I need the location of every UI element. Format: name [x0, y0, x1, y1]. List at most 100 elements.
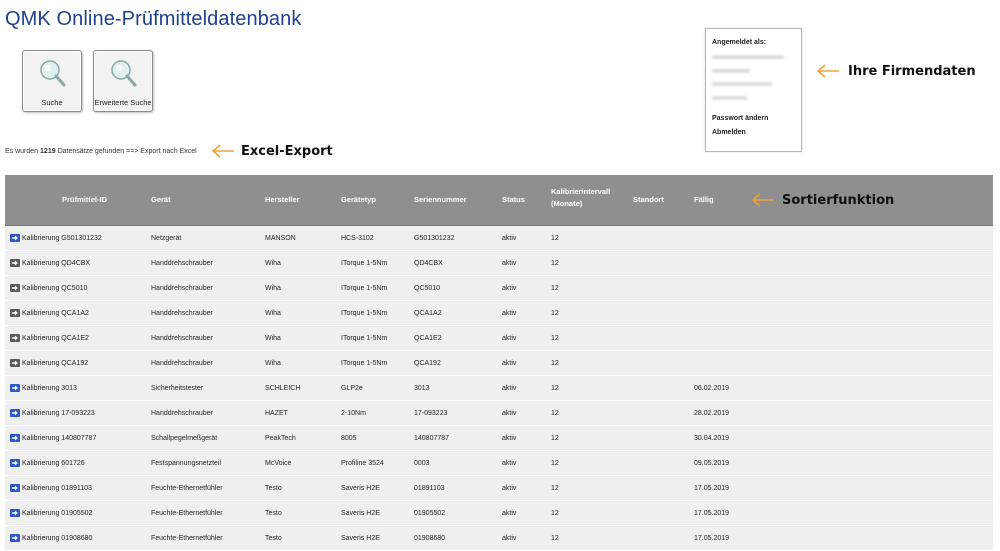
serial-cell: G501301232	[414, 235, 455, 242]
arrow-right-icon[interactable]	[10, 284, 20, 292]
table-row[interactable]: Kalibrierung QCA1A2 Handdrehschrauber Wiha…	[5, 301, 993, 326]
calibration-link[interactable]: Kalibrierung 01905502	[22, 510, 92, 517]
table-row[interactable]: Kalibrierung QCA192 Handdrehschrauber Wiha…	[5, 351, 993, 376]
arrow-right-icon[interactable]	[10, 384, 20, 392]
due-date-cell: 06.02.2019	[694, 385, 730, 392]
status-cell: aktiv	[502, 460, 517, 467]
manufacturer-cell: Wiha	[265, 335, 281, 342]
status-cell: aktiv	[502, 360, 517, 367]
table-row[interactable]: Kalibrierung 140807787 Schallpegelmeßgerä…	[5, 426, 993, 451]
serial-cell: 0003	[414, 460, 430, 467]
arrow-right-icon[interactable]	[10, 434, 20, 442]
calibration-link[interactable]: Kalibrierung 3013	[22, 385, 77, 392]
device-type-cell: ITorque 1-5Nm	[341, 360, 388, 367]
arrow-right-icon[interactable]	[10, 409, 20, 417]
column-header-id[interactable]: Prüfmittel-ID	[62, 194, 107, 206]
column-header-location[interactable]: Standort	[633, 194, 664, 206]
page-title: QMK Online-Prüfmitteldatenbank	[5, 8, 302, 30]
table-row[interactable]: Kalibrierung QD4CBX Handdrehschrauber Wiha…	[5, 251, 993, 276]
calibration-link[interactable]: Kalibrierung QCA1E2	[22, 335, 89, 342]
device-cell: Festspannungsnetzteil	[151, 460, 222, 467]
arrow-right-icon[interactable]	[10, 234, 20, 242]
export-excel-link[interactable]: Export nach Excel	[140, 148, 196, 155]
column-header-manufacturer[interactable]: Hersteller	[265, 194, 300, 206]
serial-cell: 17-093223	[414, 410, 448, 417]
advanced-search-button[interactable]: Erweiterte Suche	[93, 50, 153, 112]
table-row[interactable]: Kalibrierung G501301232 Netzgerät MANSON HC…	[5, 226, 993, 251]
calibration-link[interactable]: Kalibrierung QD4CBX	[22, 260, 90, 267]
arrow-right-icon[interactable]	[10, 259, 20, 267]
interval-cell: 12	[551, 460, 559, 467]
device-type-cell: 8005	[341, 435, 357, 442]
arrow-right-icon[interactable]	[10, 484, 20, 492]
table-row[interactable]: Kalibrierung 601726 Festspannungsnetzteil…	[5, 451, 993, 476]
arrow-right-icon[interactable]	[10, 534, 20, 542]
arrow-right-icon[interactable]	[10, 334, 20, 342]
manufacturer-cell: PeakTech	[265, 435, 296, 442]
search-button[interactable]: Suche	[22, 50, 82, 112]
calibration-link[interactable]: Kalibrierung QCA1A2	[22, 310, 89, 317]
manufacturer-cell: Wiha	[265, 360, 281, 367]
calibration-link[interactable]: Kalibrierung 601726	[22, 460, 85, 467]
table-row[interactable]: Kalibrierung 3013 Sicherheitstester SCHLEI…	[5, 376, 993, 401]
device-cell: Handdrehschrauber	[151, 335, 213, 342]
arrow-right-icon[interactable]	[10, 359, 20, 367]
serial-cell: 140807787	[414, 435, 450, 442]
calibration-link[interactable]: Kalibrierung 01891103	[22, 485, 92, 492]
column-header-status[interactable]: Status	[502, 194, 525, 206]
device-type-cell: ITorque 1-5Nm	[341, 335, 388, 342]
table-row[interactable]: Kalibrierung QC5010 Handdrehschrauber Wiha…	[5, 276, 993, 301]
status-cell: aktiv	[502, 285, 517, 292]
status-cell: aktiv	[502, 235, 517, 242]
change-password-link[interactable]: Passwort ändern	[712, 115, 768, 122]
device-cell: Handdrehschrauber	[151, 260, 213, 267]
interval-cell: 12	[551, 260, 559, 267]
serial-cell: QCA1A2	[414, 310, 442, 317]
column-header-device-type[interactable]: Gerätetyp	[341, 194, 376, 206]
blurred-company-line	[712, 69, 750, 73]
table-row[interactable]: Kalibrierung QCA1E2 Handdrehschrauber Wiha…	[5, 326, 993, 351]
table-row[interactable]: Kalibrierung 17-093223 Handdrehschrauber H…	[5, 401, 993, 426]
device-type-cell: 2-10Nm	[341, 410, 366, 417]
table-row[interactable]: Kalibrierung 01891103 Feuchte-Ethernetfüh…	[5, 476, 993, 501]
calibration-link[interactable]: Kalibrierung 17-093223	[22, 410, 95, 417]
device-type-cell: Saveris H2E	[341, 535, 380, 542]
interval-cell: 12	[551, 360, 559, 367]
manufacturer-cell: Wiha	[265, 260, 281, 267]
interval-cell: 12	[551, 385, 559, 392]
manufacturer-cell: Wiha	[265, 310, 281, 317]
table-row[interactable]: Kalibrierung 01908680 Feuchte-Ethernetfüh…	[5, 526, 993, 551]
interval-cell: 12	[551, 510, 559, 517]
arrow-right-icon[interactable]	[10, 309, 20, 317]
status-cell: aktiv	[502, 335, 517, 342]
results-table: Prüfmittel-ID Gerät Hersteller Gerätetyp…	[5, 175, 993, 551]
device-type-cell: HCS-3102	[341, 235, 374, 242]
column-header-due[interactable]: Fällig	[694, 194, 714, 206]
calibration-link[interactable]: Kalibrierung 01908680	[22, 535, 92, 542]
login-info-box: Angemeldet als: Passwort ändern Abmelden	[705, 28, 802, 152]
due-date-cell: 09.05.2019	[694, 460, 730, 467]
search-button-label: Suche	[41, 98, 63, 107]
logout-link[interactable]: Abmelden	[712, 129, 746, 136]
advanced-search-button-label: Erweiterte Suche	[94, 98, 152, 107]
calibration-link[interactable]: Kalibrierung G501301232	[22, 235, 102, 242]
interval-cell: 12	[551, 535, 559, 542]
status-cell: aktiv	[502, 510, 517, 517]
arrow-right-icon[interactable]	[10, 509, 20, 517]
login-heading: Angemeldet als:	[712, 39, 767, 46]
calibration-link[interactable]: Kalibrierung QC5010	[22, 285, 87, 292]
device-type-cell: ITorque 1-5Nm	[341, 310, 388, 317]
calibration-link[interactable]: Kalibrierung QCA192	[22, 360, 88, 367]
table-body: Kalibrierung G501301232 Netzgerät MANSON HC…	[5, 226, 993, 551]
column-header-device[interactable]: Gerät	[151, 194, 171, 206]
device-cell: Handdrehschrauber	[151, 285, 213, 292]
column-header-interval[interactable]: Kalibrierintervall (Monate)	[551, 186, 610, 210]
magnifier-icon	[111, 60, 137, 87]
table-row[interactable]: Kalibrierung 01905502 Feuchte-Ethernetfüh…	[5, 501, 993, 526]
column-header-serial[interactable]: Seriennummer	[414, 194, 467, 206]
calibration-link[interactable]: Kalibrierung 140807787	[22, 435, 96, 442]
results-prefix: Es wurden	[5, 148, 39, 155]
table-header: Prüfmittel-ID Gerät Hersteller Gerätetyp…	[5, 175, 993, 226]
arrow-right-icon[interactable]	[10, 459, 20, 467]
status-cell: aktiv	[502, 310, 517, 317]
